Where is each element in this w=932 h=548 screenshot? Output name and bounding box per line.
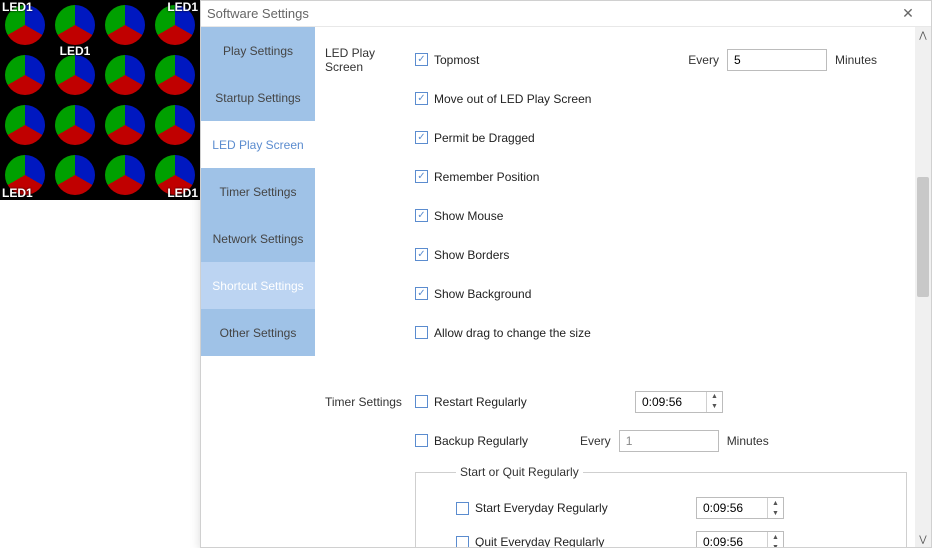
backup-every-label: Every: [580, 434, 611, 448]
checkbox-remember-position[interactable]: [415, 170, 428, 183]
restart-time-spinner[interactable]: ▲▼: [635, 391, 723, 413]
spin-up-icon[interactable]: ▲: [768, 498, 783, 508]
software-settings-dialog: Software Settings ✕ Play Settings Startu…: [200, 0, 932, 548]
spin-up-icon[interactable]: ▲: [768, 532, 783, 542]
led-label: LED1: [167, 186, 198, 200]
section-label-led-play-screen: LED Play Screen: [325, 46, 415, 74]
checkbox-show-background[interactable]: [415, 287, 428, 300]
close-button[interactable]: ✕: [891, 3, 925, 25]
sidebar-item-timer-settings[interactable]: Timer Settings: [201, 168, 315, 215]
sidebar-item-play-settings[interactable]: Play Settings: [201, 27, 315, 74]
sidebar: Play Settings Startup Settings LED Play …: [201, 27, 315, 547]
restart-time-input[interactable]: [636, 392, 706, 412]
start-quit-legend: Start or Quit Regularly: [456, 465, 583, 479]
every-label: Every: [688, 53, 719, 67]
titlebar: Software Settings ✕: [201, 1, 931, 27]
sidebar-item-shortcut-settings[interactable]: Shortcut Settings: [201, 262, 315, 309]
sidebar-item-startup-settings[interactable]: Startup Settings: [201, 74, 315, 121]
sidebar-item-led-play-screen[interactable]: LED Play Screen: [201, 121, 315, 168]
spin-down-icon[interactable]: ▼: [768, 508, 783, 518]
backup-every-input[interactable]: [619, 430, 719, 452]
start-time-input[interactable]: [697, 498, 767, 518]
scroll-down-icon[interactable]: ⋁: [915, 531, 931, 547]
scrollbar-thumb[interactable]: [917, 177, 929, 297]
checkbox-topmost[interactable]: [415, 53, 428, 66]
led-label: LED1: [167, 0, 198, 14]
checkbox-show-mouse[interactable]: [415, 209, 428, 222]
minutes-label: Minutes: [835, 53, 877, 67]
scroll-up-icon[interactable]: ⋀: [915, 27, 931, 43]
vertical-scrollbar[interactable]: ⋀ ⋁: [915, 27, 931, 547]
sidebar-item-other-settings[interactable]: Other Settings: [201, 309, 315, 356]
start-time-spinner[interactable]: ▲▼: [696, 497, 784, 519]
backup-minutes-label: Minutes: [727, 434, 769, 448]
checkbox-topmost-label: Topmost: [434, 53, 479, 67]
checkbox-move-out[interactable]: [415, 92, 428, 105]
start-quit-group: Start or Quit Regularly Start Everyday R…: [415, 465, 907, 547]
dialog-title: Software Settings: [207, 6, 309, 21]
led-label: LED1: [2, 186, 33, 200]
led-preview-panel: LED1 LED1 LED1 LED1 LED1: [0, 0, 200, 200]
section-label-timer-settings: Timer Settings: [325, 395, 415, 409]
quit-time-spinner[interactable]: ▲▼: [696, 531, 784, 547]
sidebar-item-network-settings[interactable]: Network Settings: [201, 215, 315, 262]
led-label: LED1: [2, 0, 33, 14]
led-label: LED1: [60, 44, 91, 58]
spin-down-icon[interactable]: ▼: [707, 402, 722, 412]
checkbox-backup-regularly[interactable]: [415, 434, 428, 447]
spin-down-icon[interactable]: ▼: [768, 542, 783, 547]
settings-content: LED Play Screen Topmost Every Minutes Mo…: [315, 27, 915, 547]
every-minutes-input[interactable]: [727, 49, 827, 71]
checkbox-show-borders[interactable]: [415, 248, 428, 261]
checkbox-start-everyday[interactable]: [456, 502, 469, 515]
checkbox-allow-drag-size[interactable]: [415, 326, 428, 339]
quit-time-input[interactable]: [697, 532, 767, 547]
checkbox-quit-everyday[interactable]: [456, 536, 469, 548]
checkbox-permit-drag[interactable]: [415, 131, 428, 144]
spin-up-icon[interactable]: ▲: [707, 392, 722, 402]
checkbox-restart-regularly[interactable]: [415, 395, 428, 408]
